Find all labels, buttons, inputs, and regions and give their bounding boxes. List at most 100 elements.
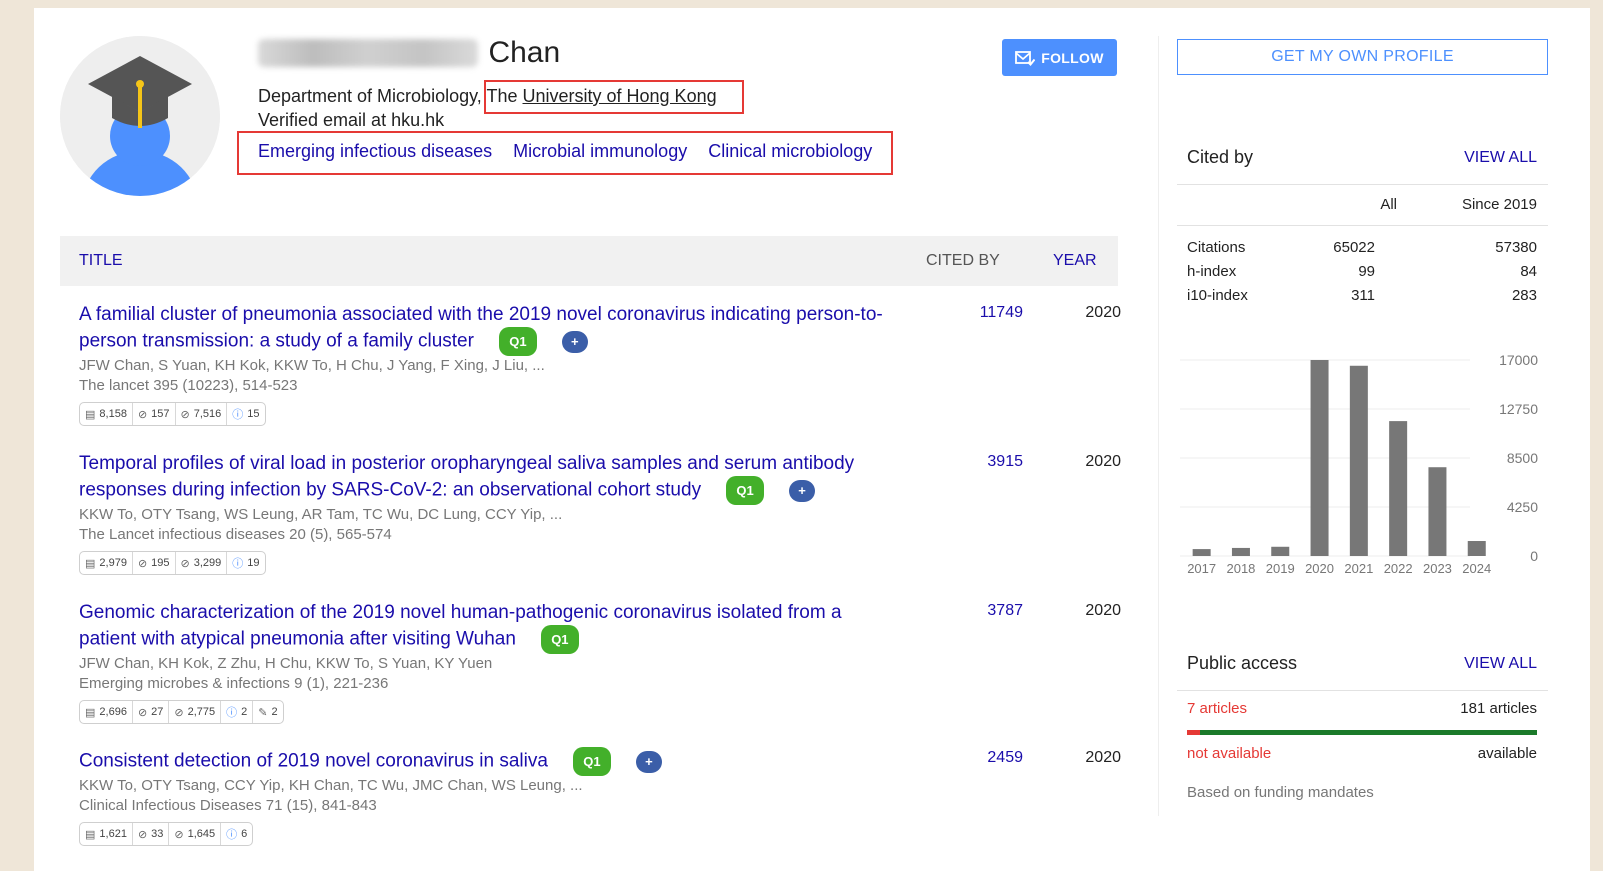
articles-table-header: TITLE CITED BY YEAR xyxy=(60,236,1118,286)
available-count[interactable]: 181 articles xyxy=(1417,700,1537,717)
q1-badge: Q1 xyxy=(541,625,579,654)
sort-year[interactable]: YEAR xyxy=(1053,252,1097,270)
metric-value: 19 xyxy=(247,557,260,569)
article-authors: JFW Chan, KH Kok, Z Zhu, H Chu, KKW To, … xyxy=(79,655,493,672)
follow-label: FOLLOW xyxy=(1041,49,1104,66)
article-venue: Clinical Infectious Diseases 71 (15), 84… xyxy=(79,797,377,814)
stat-since: 283 xyxy=(1511,287,1537,304)
article-row: Temporal profiles of viral load in poste… xyxy=(79,451,1121,575)
follow-button[interactable]: FOLLOW xyxy=(1002,39,1117,76)
article-venue: The lancet 395 (10223), 514-523 xyxy=(79,377,298,394)
article-row: Genomic characterization of the 2019 nov… xyxy=(79,600,1121,724)
check-circle-icon: ⊘ xyxy=(137,408,148,421)
metric-value: 15 xyxy=(247,408,260,420)
metric-value: 195 xyxy=(151,557,170,569)
bar-2020[interactable] xyxy=(1310,360,1329,556)
divider xyxy=(1177,184,1548,185)
bar-2022[interactable] xyxy=(1389,421,1408,556)
metric-value: 8,158 xyxy=(99,408,127,420)
access-bar-available xyxy=(1200,730,1537,735)
metric-value: 2,775 xyxy=(187,706,216,718)
x-tick-label: 2018 xyxy=(1226,561,1255,576)
question-circle-icon: ⓘ xyxy=(232,409,244,421)
not-available-count[interactable]: 7 articles xyxy=(1187,700,1247,717)
bar-2017[interactable] xyxy=(1192,549,1211,556)
stat-since: 57380 xyxy=(1495,239,1537,256)
plus-badge[interactable]: + xyxy=(561,330,588,353)
pencil-icon: ✎ xyxy=(258,706,268,719)
metric-value: 2 xyxy=(271,706,278,718)
mail-follow-icon xyxy=(1015,50,1036,66)
highlight-box-interests xyxy=(237,131,893,175)
sort-cited-by[interactable]: CITED BY xyxy=(926,252,1000,270)
plus-badge[interactable]: + xyxy=(788,479,815,502)
public-access-view-all[interactable]: VIEW ALL xyxy=(1463,655,1537,673)
article-authors: KKW To, OTY Tsang, CCY Yip, KH Chan, TC … xyxy=(79,777,583,794)
available-label: available xyxy=(1477,745,1537,762)
y-tick-label: 4250 xyxy=(1507,499,1538,515)
metric-value: 33 xyxy=(151,828,164,840)
article-venue: The Lancet infectious diseases 20 (5), 5… xyxy=(79,526,392,543)
check-circle-icon: ⊘ xyxy=(174,828,184,841)
q1-badge: Q1 xyxy=(573,747,611,776)
metric-value: 3,299 xyxy=(193,557,222,569)
metric-value: 7,516 xyxy=(193,408,222,420)
article-venue: Emerging microbes & infections 9 (1), 22… xyxy=(79,675,389,692)
check-circle-icon: ⊘ xyxy=(180,557,190,570)
article-authors: KKW To, OTY Tsang, WS Leung, AR Tam, TC … xyxy=(79,506,563,523)
metric-value: 2,696 xyxy=(99,706,127,718)
stat-label: h-index xyxy=(1187,263,1237,280)
document-icon: ▤ xyxy=(85,557,96,570)
col-all: All xyxy=(1380,196,1397,213)
profile-name: Chan xyxy=(258,36,560,70)
bar-2021[interactable] xyxy=(1349,365,1368,556)
article-metrics: ▤ 2,979 ⊘ 195 ⊘ 3,299 ⓘ 19 xyxy=(79,551,266,575)
cited-count[interactable]: 3915 xyxy=(939,453,1023,471)
avatar xyxy=(60,36,220,196)
cited-by-view-all[interactable]: VIEW ALL xyxy=(1463,149,1537,167)
bar-2019[interactable] xyxy=(1271,546,1290,556)
stat-label: Citations xyxy=(1187,239,1246,256)
metric-value: 2 xyxy=(241,706,248,718)
check-circle-icon: ⊘ xyxy=(137,706,148,719)
check-circle-icon: ⊘ xyxy=(180,408,190,421)
bar-2024[interactable] xyxy=(1467,541,1486,556)
article-title[interactable]: A familial cluster of pneumonia associat… xyxy=(79,304,883,352)
article-year: 2020 xyxy=(1085,304,1121,321)
bar-2023[interactable] xyxy=(1428,467,1447,556)
q1-badge: Q1 xyxy=(726,476,764,505)
check-circle-icon: ⊘ xyxy=(137,828,148,841)
article-row: A familial cluster of pneumonia associat… xyxy=(79,302,1121,426)
stats-row-i10-index: i10-index 311 283 xyxy=(1187,287,1537,307)
sort-title[interactable]: TITLE xyxy=(79,252,123,270)
stats-row-citations: Citations 65022 57380 xyxy=(1187,239,1537,259)
document-icon: ▤ xyxy=(85,828,96,841)
metric-value: 1,621 xyxy=(99,828,127,840)
column-divider xyxy=(1158,36,1159,816)
cited-count[interactable]: 3787 xyxy=(939,602,1023,620)
article-metrics: ▤ 1,621 ⊘ 33 ⊘ 1,645 ⓘ 6 xyxy=(79,822,254,846)
bar-2018[interactable] xyxy=(1231,547,1250,556)
article-year: 2020 xyxy=(1085,749,1121,766)
get-my-own-profile-button[interactable]: GET MY OWN PROFILE xyxy=(1177,39,1548,75)
public-access-title: Public access xyxy=(1187,653,1298,673)
stat-all: 99 xyxy=(1358,263,1375,280)
plus-badge[interactable]: + xyxy=(635,750,662,773)
article-title[interactable]: Genomic characterization of the 2019 nov… xyxy=(79,602,842,650)
x-tick-label: 2023 xyxy=(1423,561,1452,576)
article-authors: JFW Chan, S Yuan, KH Kok, KKW To, H Chu,… xyxy=(79,357,545,374)
x-tick-label: 2020 xyxy=(1305,561,1334,576)
cited-count[interactable]: 2459 xyxy=(939,749,1023,767)
q1-badge: Q1 xyxy=(499,327,537,356)
document-icon: ▤ xyxy=(85,408,96,421)
article-title[interactable]: Consistent detection of 2019 novel coron… xyxy=(79,751,548,772)
graduate-avatar-icon xyxy=(60,36,220,196)
x-tick-label: 2022 xyxy=(1384,561,1413,576)
question-circle-icon: ⓘ xyxy=(226,829,238,841)
x-tick-label: 2019 xyxy=(1266,561,1295,576)
metric-value: 6 xyxy=(241,828,248,840)
cited-count[interactable]: 11749 xyxy=(939,304,1023,322)
cited-by-title: Cited by xyxy=(1187,147,1254,167)
x-tick-label: 2024 xyxy=(1462,561,1491,576)
x-tick-label: 2021 xyxy=(1344,561,1373,576)
